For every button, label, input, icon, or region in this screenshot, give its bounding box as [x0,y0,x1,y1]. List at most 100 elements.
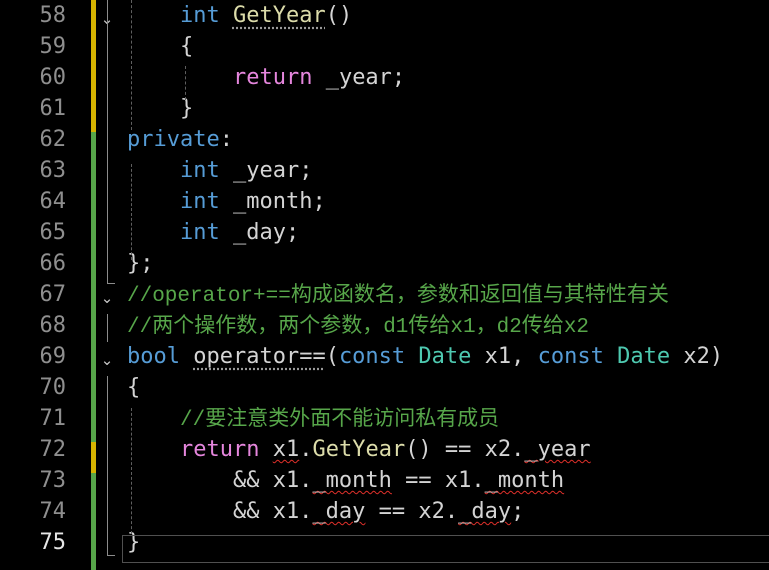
code-text[interactable]: && x1._month == x1._month [127,465,564,496]
line-number: 58 [39,3,67,28]
code-line[interactable]: 61 } [0,93,769,124]
code-text[interactable]: private: [127,124,233,155]
code-text[interactable]: int _year; [127,155,312,186]
error-token: _year [524,437,591,462]
code-line[interactable]: 65 int _day; [0,217,769,248]
code-line[interactable]: 59 { [0,31,769,62]
code-token: int [179,3,220,28]
code-text[interactable]: //operator+==构成函数名，参数和返回值与其特性有关 [127,279,669,310]
error-token: _month [484,468,565,493]
code-text[interactable]: bool operator==(const Date x1, const Dat… [127,341,723,372]
code-token: const [537,344,604,369]
error-token: _month [312,468,392,493]
line-number: 70 [39,375,67,400]
collapse-icon[interactable]: ⌄ [100,345,114,376]
code-token: () == x2. [405,437,525,462]
code-editor[interactable]: 58 int GetYear() 59 {60 return _year; 61 }… [0,0,769,570]
code-token: //要注意类外面不能访问私有成员 [179,409,500,432]
code-line[interactable]: 60 return _year; [0,62,769,93]
code-line[interactable]: 64 int _month; [0,186,769,217]
line-number: 72 [39,437,67,462]
code-text[interactable]: int _day; [127,217,299,248]
error-token: x1 [272,437,300,462]
code-token: x2) [670,344,724,369]
change-bar-unsaved [91,0,96,132]
code-text[interactable]: && x1._day == x2._day; [127,496,524,527]
line-number: 65 [39,220,67,245]
code-token: == x1. [391,468,485,493]
indent-guide [131,0,132,130]
error-token: _day [312,499,366,524]
code-line[interactable]: 68 //两个操作数，两个参数，d1传给x1，d2传给x2 [0,310,769,341]
line-number: 64 [39,189,67,214]
line-number: 60 [39,65,67,90]
code-line[interactable]: 74 && x1._day == x2._day; [0,496,769,527]
line-number: 62 [39,127,67,152]
error-token: _day [458,499,512,524]
line-number: 61 [39,96,67,121]
code-text[interactable]: //两个操作数，两个参数，d1传给x1，d2传给x2 [127,310,589,341]
code-token: const [338,344,406,369]
code-token: && x1. [127,468,313,493]
line-number: 69 [39,344,67,369]
code-token: GetYear [312,437,406,462]
code-token: //两个操作数，两个参数，d1传给x1，d2传给x2 [127,316,590,339]
code-token: _month; [219,189,326,214]
code-text[interactable]: return x1.GetYear() == x2._year [127,434,591,465]
code-line[interactable]: 72 return x1.GetYear() == x2._year [0,434,769,465]
code-text[interactable]: //要注意类外面不能访问私有成员 [127,403,499,434]
code-line[interactable]: 66}; [0,248,769,279]
code-line[interactable]: 73 && x1._month == x1._month [0,465,769,496]
code-line[interactable]: 71 //要注意类外面不能访问私有成员 [0,403,769,434]
line-number: 68 [39,313,67,338]
collapse-icon[interactable]: ⌄ [100,283,114,314]
line-number: 71 [39,406,67,431]
code-token: Date [418,344,472,369]
code-token: { [127,375,141,400]
line-number: 67 [39,282,67,307]
code-token: . [299,437,313,462]
code-line[interactable]: 67 //operator+==构成函数名，参数和返回值与其特性有关 [0,279,769,310]
indent-guide [185,66,186,100]
code-token: int [179,189,220,214]
code-token: private [127,127,220,152]
code-line[interactable]: 63 int _year; [0,155,769,186]
code-text[interactable]: int _month; [127,186,326,217]
code-line[interactable]: 69 bool operator==(const Date x1, const D… [0,341,769,372]
code-text[interactable]: { [127,372,140,403]
change-bar-unsaved [91,442,96,473]
code-token: operator== [193,344,326,369]
code-token: _year; [312,65,406,90]
outline-line [107,555,115,556]
line-number: 73 [39,468,67,493]
outline-line [107,314,108,342]
line-number: 59 [39,34,67,59]
code-token: GetYear [232,3,326,28]
outline-line [107,0,108,283]
code-token: //operator+==构成函数名，参数和返回值与其特性有关 [127,285,669,308]
code-token: bool [127,344,180,369]
code-text[interactable]: int GetYear() [127,0,352,31]
code-token: _year; [219,158,313,183]
code-text[interactable]: { [127,31,193,62]
indent-guide [131,408,132,534]
change-bar-saved [91,132,96,442]
current-line-highlight [122,535,769,563]
code-line[interactable]: 70 { [0,372,769,403]
code-text[interactable]: return _year; [127,62,405,93]
code-token: && x1. [127,499,313,524]
code-line[interactable]: 62 private: [0,124,769,155]
code-line[interactable]: 58 int GetYear() [0,0,769,31]
code-token: int [179,220,220,245]
code-token: return [179,437,260,462]
code-token: _day; [219,220,300,245]
code-text[interactable]: } [127,93,193,124]
